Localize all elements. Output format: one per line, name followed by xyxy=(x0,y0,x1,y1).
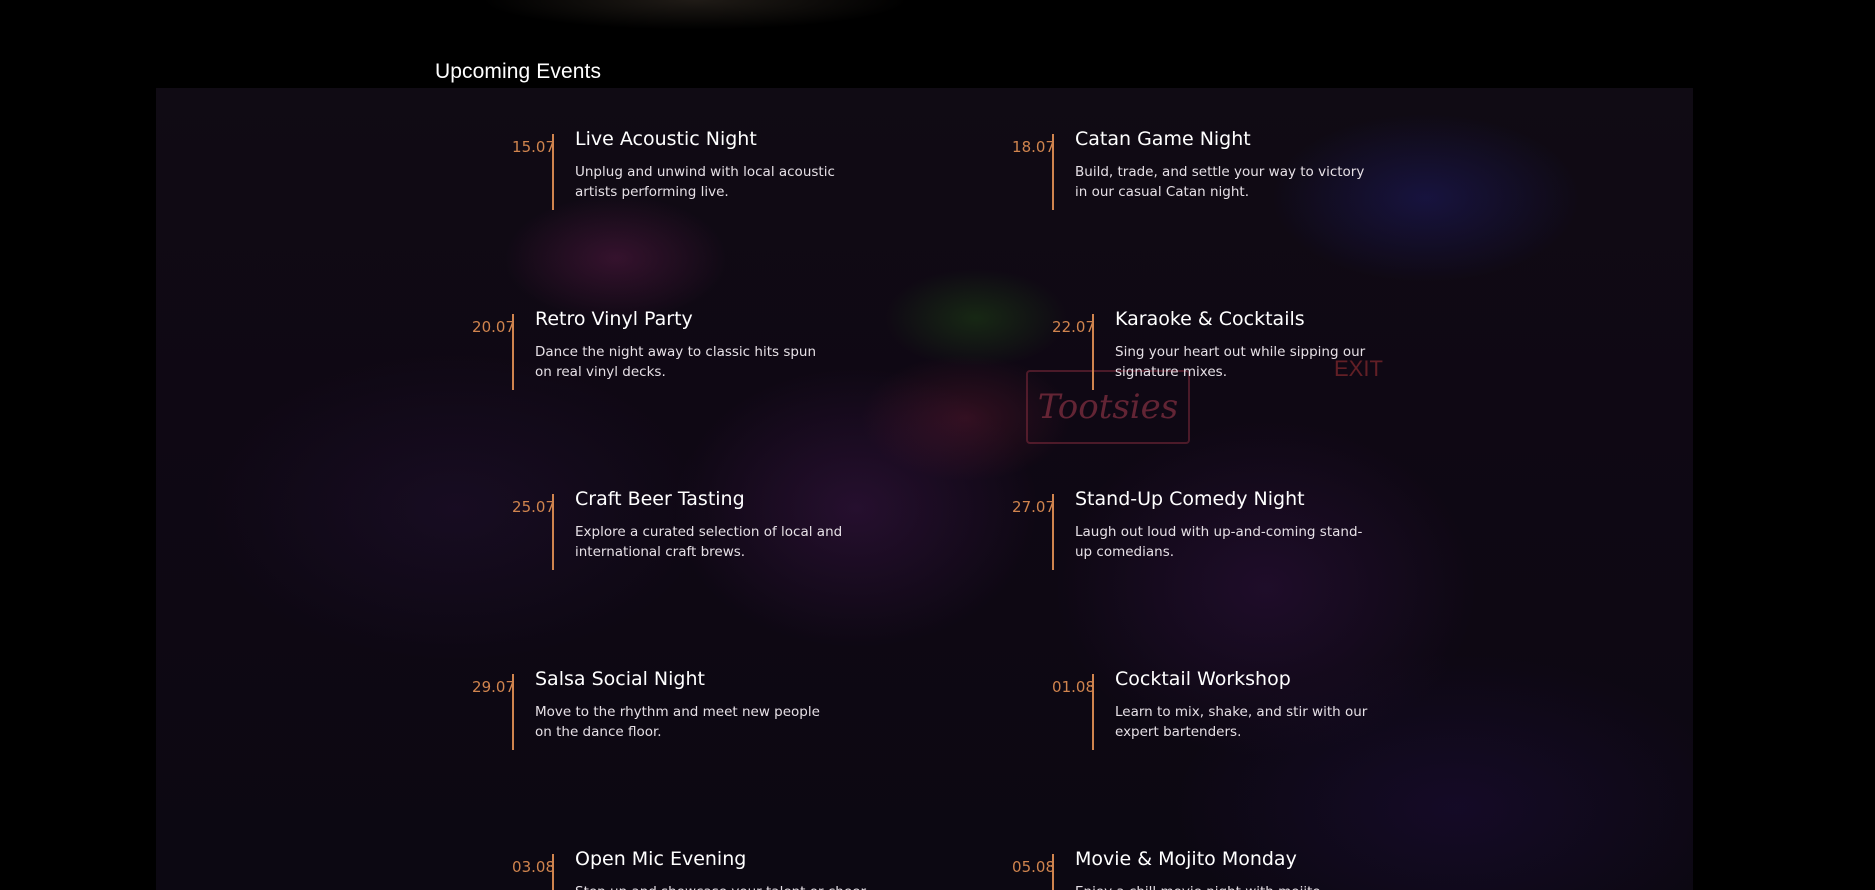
event-divider xyxy=(552,134,554,210)
event-title[interactable]: Stand-Up Comedy Night xyxy=(1075,488,1370,510)
event-title[interactable]: Catan Game Night xyxy=(1075,128,1370,150)
event-date: 15.07 xyxy=(512,138,555,156)
event-date: 01.08 xyxy=(1052,678,1095,696)
events-page: Upcoming Events Tootsies EXIT 15.07 Live… xyxy=(0,0,1875,890)
event-date: 03.08 xyxy=(512,858,555,876)
event-description: Unplug and unwind with local acoustic ar… xyxy=(575,164,835,200)
event-description: Explore a curated selection of local and… xyxy=(575,524,843,560)
event-description: Learn to mix, shake, and stir with our e… xyxy=(1115,704,1368,740)
event-date: 27.07 xyxy=(1012,498,1055,516)
event-title[interactable]: Open Mic Evening xyxy=(575,848,870,870)
event-date: 25.07 xyxy=(512,498,555,516)
event-divider xyxy=(1052,854,1054,890)
event-item[interactable]: 18.07 Catan Game Night Build, trade, and… xyxy=(995,128,1364,210)
event-divider xyxy=(552,854,554,890)
event-description: Step up and showcase your talent or chee… xyxy=(575,882,870,890)
event-item[interactable]: 29.07 Salsa Social Night Move to the rhy… xyxy=(455,668,820,750)
event-description: Move to the rhythm and meet new people o… xyxy=(535,704,820,740)
event-date: 20.07 xyxy=(472,318,515,336)
event-date: 22.07 xyxy=(1052,318,1095,336)
event-item[interactable]: 25.07 Craft Beer Tasting Explore a curat… xyxy=(495,488,842,570)
event-item[interactable]: 15.07 Live Acoustic Night Unplug and unw… xyxy=(495,128,835,210)
events-background-image: Tootsies EXIT xyxy=(156,88,1693,890)
event-item[interactable]: 27.07 Stand-Up Comedy Night Laugh out lo… xyxy=(995,488,1362,570)
event-divider xyxy=(512,314,514,390)
event-divider xyxy=(1052,134,1054,210)
event-title[interactable]: Cocktail Workshop xyxy=(1115,668,1410,690)
event-date: 29.07 xyxy=(472,678,515,696)
section-title: Upcoming Events xyxy=(435,60,602,83)
event-title[interactable]: Craft Beer Tasting xyxy=(575,488,870,510)
event-item[interactable]: 22.07 Karaoke & Cocktails Sing your hear… xyxy=(1035,308,1375,390)
event-date: 18.07 xyxy=(1012,138,1055,156)
event-description: Laugh out loud with up-and-coming stand-… xyxy=(1075,524,1363,560)
event-date: 05.08 xyxy=(1012,858,1055,876)
event-item[interactable]: 20.07 Retro Vinyl Party Dance the night … xyxy=(455,308,816,390)
event-item[interactable]: 01.08 Cocktail Workshop Learn to mix, sh… xyxy=(1035,668,1375,750)
event-title[interactable]: Karaoke & Cocktails xyxy=(1115,308,1410,330)
event-description: Dance the night away to classic hits spu… xyxy=(535,344,817,380)
event-description: Enjoy a chill movie night with mojito sp… xyxy=(1075,882,1370,890)
event-description: Build, trade, and settle your way to vic… xyxy=(1075,164,1365,200)
event-description: Sing your heart out while sipping our si… xyxy=(1115,344,1366,380)
event-item[interactable]: 05.08 Movie & Mojito Monday Enjoy a chil… xyxy=(995,848,1335,890)
event-divider xyxy=(512,674,514,750)
previous-section-image-edge xyxy=(480,0,910,30)
event-divider xyxy=(1092,674,1094,750)
event-divider xyxy=(1092,314,1094,390)
event-title[interactable]: Movie & Mojito Monday xyxy=(1075,848,1370,870)
event-item[interactable]: 03.08 Open Mic Evening Step up and showc… xyxy=(495,848,866,890)
event-divider xyxy=(552,494,554,570)
event-divider xyxy=(1052,494,1054,570)
event-title[interactable]: Live Acoustic Night xyxy=(575,128,870,150)
event-title[interactable]: Retro Vinyl Party xyxy=(535,308,830,330)
event-title[interactable]: Salsa Social Night xyxy=(535,668,830,690)
